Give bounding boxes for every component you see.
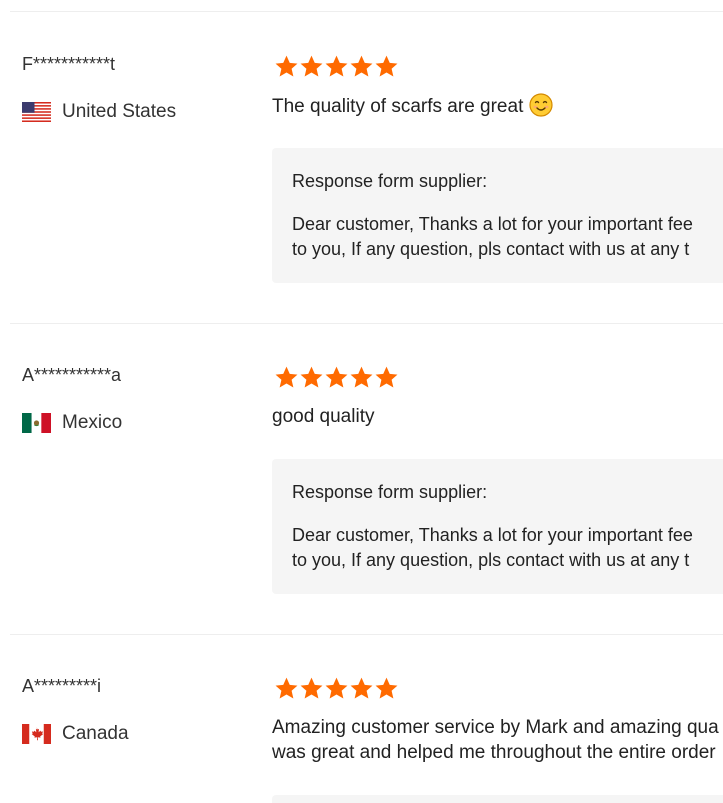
reviewer-country: Mexico bbox=[22, 411, 122, 435]
review-text-line: was great and helped me throughout the e… bbox=[272, 742, 716, 763]
star-icon bbox=[275, 677, 298, 699]
supplier-response bbox=[272, 795, 723, 803]
supplier-response: Response form supplier: Dear customer, T… bbox=[272, 459, 723, 594]
star-icon bbox=[350, 677, 373, 699]
star-rating bbox=[274, 365, 399, 391]
country-name: United States bbox=[62, 101, 177, 122]
star-icon bbox=[375, 677, 398, 699]
review-text-line: good quality bbox=[272, 406, 375, 427]
review-text-line: Amazing customer service by Mark and ama… bbox=[272, 717, 719, 738]
response-line: to you, If any question, pls contact wit… bbox=[292, 550, 690, 570]
star-icon bbox=[325, 55, 348, 77]
star-icon bbox=[275, 366, 298, 388]
star-icon bbox=[325, 677, 348, 699]
mexico-flag-icon bbox=[22, 413, 51, 433]
reviewer-country: Canada bbox=[22, 722, 129, 746]
response-body: Dear customer, Thanks a lot for your imp… bbox=[292, 523, 693, 573]
response-body: Dear customer, Thanks a lot for your imp… bbox=[292, 212, 693, 262]
reviewer-name: F***********t bbox=[22, 54, 116, 74]
country-name: Mexico bbox=[62, 412, 123, 433]
review-item: A*********i Canada Amazing customer serv… bbox=[0, 634, 723, 803]
review-item: A***********a Mexico good quality Respon… bbox=[0, 323, 723, 635]
response-line: Dear customer, Thanks a lot for your imp… bbox=[292, 214, 693, 234]
star-icon bbox=[275, 55, 298, 77]
smiling-face-emoji-icon bbox=[529, 93, 553, 117]
review-text: good quality bbox=[272, 404, 723, 429]
response-line: Dear customer, Thanks a lot for your imp… bbox=[292, 525, 693, 545]
supplier-response: Response form supplier: Dear customer, T… bbox=[272, 148, 723, 283]
star-icon bbox=[300, 677, 323, 699]
star-icon bbox=[350, 366, 373, 388]
review-text: The quality of scarfs are great bbox=[272, 93, 723, 119]
review-text-line: The quality of scarfs are great bbox=[272, 96, 524, 117]
review-item: F***********t United States The quality … bbox=[0, 12, 723, 324]
star-icon bbox=[350, 55, 373, 77]
reviewer-country: United States bbox=[22, 100, 176, 124]
star-rating bbox=[274, 54, 399, 80]
response-line: to you, If any question, pls contact wit… bbox=[292, 239, 690, 259]
response-title: Response form supplier: bbox=[292, 482, 488, 502]
star-icon bbox=[300, 366, 323, 388]
star-icon bbox=[300, 55, 323, 77]
reviewer-name: A*********i bbox=[22, 676, 102, 696]
country-name: Canada bbox=[62, 723, 129, 744]
star-icon bbox=[325, 366, 348, 388]
response-title: Response form supplier: bbox=[292, 171, 488, 191]
reviewer-name: A***********a bbox=[22, 365, 122, 385]
us-flag-icon bbox=[22, 102, 51, 122]
star-rating bbox=[274, 676, 399, 702]
reviews-page: F***********t United States The quality … bbox=[0, 0, 723, 803]
star-icon bbox=[375, 55, 398, 77]
review-text: Amazing customer service by Mark and ama… bbox=[272, 715, 723, 765]
star-icon bbox=[375, 366, 398, 388]
canada-flag-icon bbox=[22, 724, 51, 744]
